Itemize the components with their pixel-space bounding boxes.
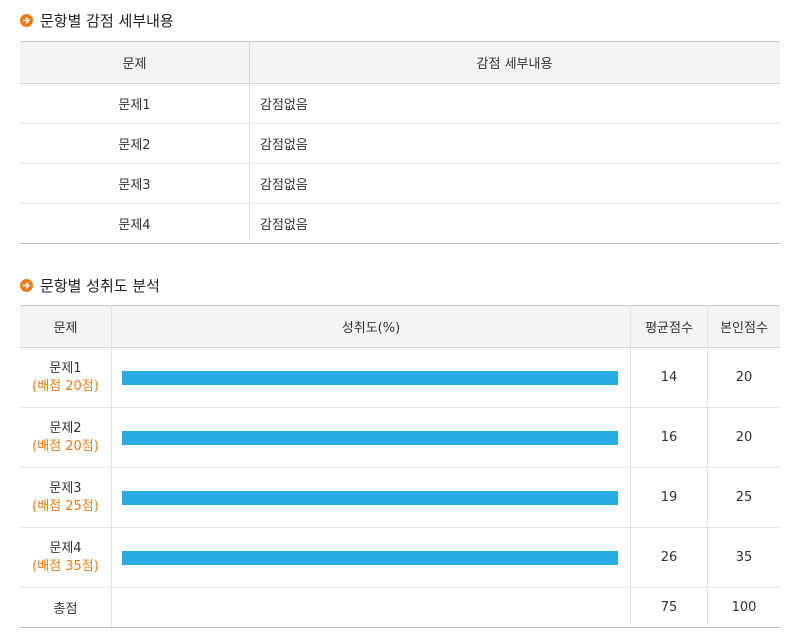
arrow-right-circle-icon [20,14,33,27]
section-title-deductions: 문항별 감점 세부내용 [20,10,174,31]
arrow-right-circle-icon [20,279,33,292]
page: 문항별 감점 세부내용 문제 감점 세부내용 문제1 감점없음 문제2 감점없음… [0,0,797,632]
table-row: 문제2 (배점 20점) 16 20 [20,407,780,468]
detail-cell: 감점없음 [249,203,780,244]
total-row: 총점 75 100 [20,587,780,628]
average-score-cell: 19 [630,467,708,528]
achievement-bar [122,370,618,385]
total-mine-cell: 100 [707,587,780,628]
table-row: 문제1 감점없음 [20,83,780,124]
table-row: 문제1 (배점 20점) 14 20 [20,347,780,408]
section-title-achievement: 문항별 성취도 분석 [20,275,160,296]
question-cell: 문제1 (배점 20점) [20,347,112,408]
header-question: 문제 [20,41,250,84]
question-cell: 문제3 (배점 25점) [20,467,112,528]
table-row: 문제3 (배점 25점) 19 25 [20,467,780,528]
question-points: (배점 25점) [32,498,99,514]
achievement-bar-track [122,430,618,445]
table-row: 문제3 감점없음 [20,163,780,204]
question-points: (배점 20점) [32,438,99,454]
achievement-bar-track [122,490,618,505]
my-score-cell: 35 [707,527,780,588]
my-score-cell: 20 [707,347,780,408]
question-points: (배점 20점) [32,378,99,394]
header-detail: 감점 세부내용 [249,41,780,84]
achievement-cell [111,407,631,468]
table-row: 문제4 (배점 35점) 26 35 [20,527,780,588]
deduction-table: 문제 감점 세부내용 문제1 감점없음 문제2 감점없음 문제3 감점없음 문제… [20,41,780,244]
question-points: (배점 35점) [32,558,99,574]
header-mine: 본인점수 [707,305,780,348]
achievement-cell [111,527,631,588]
table-header-row: 문제 성취도(%) 평균점수 본인점수 [20,305,780,348]
detail-cell: 감점없음 [249,123,780,164]
achievement-table: 문제 성취도(%) 평균점수 본인점수 문제1 (배점 20점) 14 20 문… [20,305,780,628]
achievement-bar [122,550,618,565]
average-score-cell: 26 [630,527,708,588]
question-cell: 문제2 [20,123,250,164]
table-header-row: 문제 감점 세부내용 [20,41,780,84]
total-label: 총점 [20,587,112,628]
achievement-bar [122,490,618,505]
question-cell: 문제1 [20,83,250,124]
header-question: 문제 [20,305,112,348]
achievement-bar-track [122,550,618,565]
my-score-cell: 25 [707,467,780,528]
average-score-cell: 14 [630,347,708,408]
total-bar-cell [111,587,631,628]
question-cell: 문제4 [20,203,250,244]
question-cell: 문제4 (배점 35점) [20,527,112,588]
header-achievement: 성취도(%) [111,305,631,348]
achievement-cell [111,467,631,528]
my-score-cell: 20 [707,407,780,468]
table-row: 문제2 감점없음 [20,123,780,164]
table-row: 문제4 감점없음 [20,203,780,244]
question-name: 문제3 [49,480,82,496]
section-title-text: 문항별 성취도 분석 [40,277,160,295]
question-name: 문제2 [49,420,82,436]
achievement-bar [122,430,618,445]
achievement-bar-track [122,370,618,385]
header-average: 평균점수 [630,305,708,348]
question-cell: 문제2 (배점 20점) [20,407,112,468]
question-name: 문제4 [49,540,82,556]
question-cell: 문제3 [20,163,250,204]
section-title-text: 문항별 감점 세부내용 [40,12,174,30]
average-score-cell: 16 [630,407,708,468]
detail-cell: 감점없음 [249,163,780,204]
achievement-cell [111,347,631,408]
detail-cell: 감점없음 [249,83,780,124]
total-average-cell: 75 [630,587,708,628]
question-name: 문제1 [49,360,82,376]
